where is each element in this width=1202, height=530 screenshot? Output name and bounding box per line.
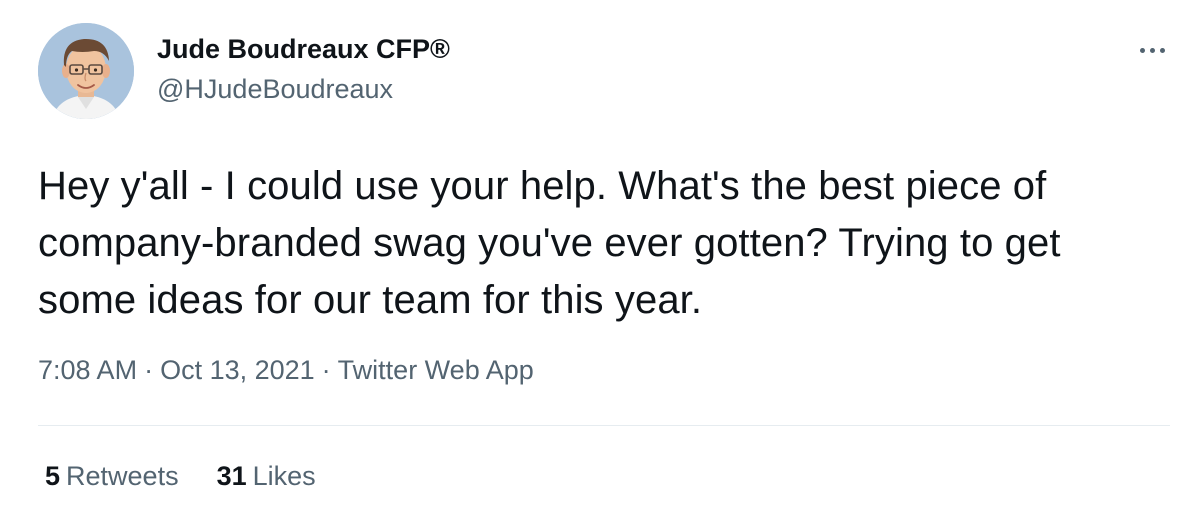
likes-count: 31 — [216, 461, 247, 491]
tweet-card: Jude Boudreaux CFP® @HJudeBoudreaux Hey … — [0, 0, 1202, 530]
retweets-stat[interactable]: 5 Retweets — [45, 461, 179, 492]
likes-stat[interactable]: 31 Likes — [217, 461, 316, 492]
likes-label: Likes — [252, 461, 316, 491]
avatar-illustration — [38, 23, 134, 119]
more-dot — [1149, 47, 1155, 53]
display-name[interactable]: Jude Boudreaux CFP® — [157, 34, 450, 65]
tweet-stats: 5 Retweets 31 Likes — [45, 461, 316, 492]
more-horizontal-icon[interactable] — [1130, 36, 1174, 64]
more-dot — [1139, 47, 1145, 53]
divider — [38, 425, 1170, 426]
retweets-count: 5 — [45, 461, 61, 491]
user-handle[interactable]: @HJudeBoudreaux — [157, 74, 393, 105]
meta-separator: · — [321, 355, 331, 385]
tweet-timestamp-time[interactable]: 7:08 AM — [38, 355, 137, 385]
retweets-label: Retweets — [66, 461, 179, 491]
tweet-timestamp-date[interactable]: Oct 13, 2021 — [160, 355, 315, 385]
tweet-source[interactable]: Twitter Web App — [338, 355, 534, 385]
tweet-text: Hey y'all - I could use your help. What'… — [38, 164, 1061, 322]
more-dot — [1159, 47, 1165, 53]
avatar[interactable] — [38, 23, 134, 119]
tweet-meta: 7:08 AM · Oct 13, 2021 · Twitter Web App — [38, 355, 534, 386]
meta-separator: · — [144, 355, 154, 385]
